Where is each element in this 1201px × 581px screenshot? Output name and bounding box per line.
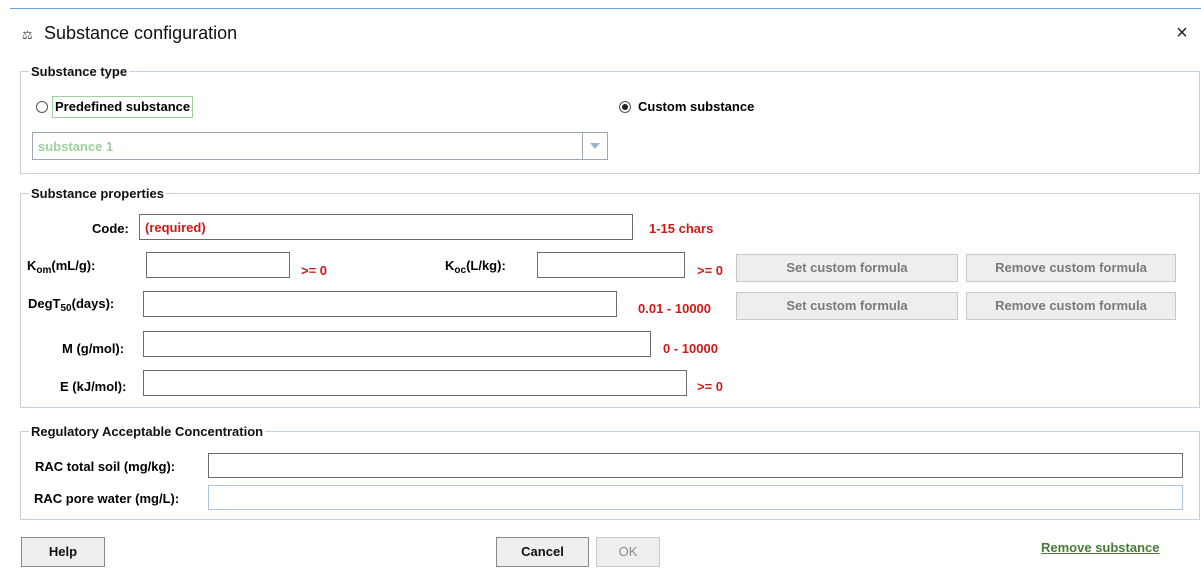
m-hint: 0 - 10000 — [663, 341, 718, 356]
m-input[interactable] — [143, 331, 651, 357]
rac-water-label: RAC pore water (mg/L): — [34, 491, 180, 506]
kom-label-main: K — [27, 258, 37, 273]
e-input[interactable] — [143, 370, 687, 396]
substance-properties-legend: Substance properties — [31, 186, 164, 201]
dropdown-selected-value: substance 1 — [38, 139, 114, 154]
koc-label-main: K — [445, 258, 455, 273]
substance-config-dialog: ⚖ Substance configuration × Substance ty… — [0, 0, 1201, 581]
predefined-substance-dropdown[interactable]: substance 1 — [32, 132, 608, 160]
degt50-label-unit: (days): — [71, 296, 115, 311]
chevron-down-icon[interactable] — [582, 133, 607, 159]
rac-legend: Regulatory Acceptable Concentration — [31, 424, 264, 439]
custom-substance-radio[interactable] — [619, 101, 631, 113]
rac-soil-input[interactable] — [208, 453, 1183, 478]
dialog-title: Substance configuration — [44, 23, 238, 43]
rac-water-input[interactable] — [208, 485, 1183, 510]
degt50-hint: 0.01 - 10000 — [638, 301, 712, 316]
kom-koc-set-custom-formula-button[interactable]: Set custom formula — [736, 254, 958, 282]
koc-input[interactable] — [537, 252, 685, 278]
degt50-set-custom-formula-button[interactable]: Set custom formula — [736, 292, 958, 320]
koc-label-unit: (L/kg): — [466, 258, 506, 273]
remove-substance-link[interactable]: Remove substance — [1041, 540, 1160, 555]
degt50-label-sub: 50 — [60, 303, 72, 314]
m-label: M (g/mol): — [62, 341, 125, 356]
ok-button[interactable]: OK — [596, 537, 660, 567]
code-label: Code: — [92, 221, 129, 236]
substance-type-legend: Substance type — [31, 64, 128, 79]
degt50-label: DegT50(days): — [28, 296, 114, 314]
degt50-remove-custom-formula-button[interactable]: Remove custom formula — [966, 292, 1176, 320]
koc-hint: >= 0 — [697, 263, 724, 278]
degt50-input[interactable] — [143, 291, 617, 317]
predefined-substance-label[interactable]: Predefined substance — [52, 96, 194, 118]
close-icon[interactable]: × — [1169, 22, 1195, 46]
app-icon: ⚖ — [22, 28, 33, 42]
kom-hint: >= 0 — [301, 263, 328, 278]
kom-label-unit: (mL/g): — [51, 258, 96, 273]
kom-label-sub: om — [36, 265, 52, 276]
predefined-substance-radio[interactable] — [36, 101, 48, 113]
window-top-border — [10, 8, 1201, 9]
title-bar: ⚖ Substance configuration × — [10, 10, 1201, 60]
custom-substance-label[interactable]: Custom substance — [638, 99, 754, 114]
kom-input[interactable] — [146, 252, 290, 278]
kom-label: Kom(mL/g): — [27, 258, 95, 276]
koc-label: Koc(L/kg): — [445, 258, 506, 276]
code-hint: 1-15 chars — [649, 221, 714, 236]
degt50-label-main: DegT — [28, 296, 61, 311]
rac-soil-label: RAC total soil (mg/kg): — [35, 459, 176, 474]
cancel-button[interactable]: Cancel — [496, 537, 589, 567]
help-button[interactable]: Help — [21, 537, 105, 567]
e-hint: >= 0 — [697, 379, 724, 394]
koc-label-sub: oc — [454, 265, 467, 276]
kom-koc-remove-custom-formula-button[interactable]: Remove custom formula — [966, 254, 1176, 282]
code-input[interactable] — [139, 214, 633, 240]
e-label: E (kJ/mol): — [60, 379, 127, 394]
